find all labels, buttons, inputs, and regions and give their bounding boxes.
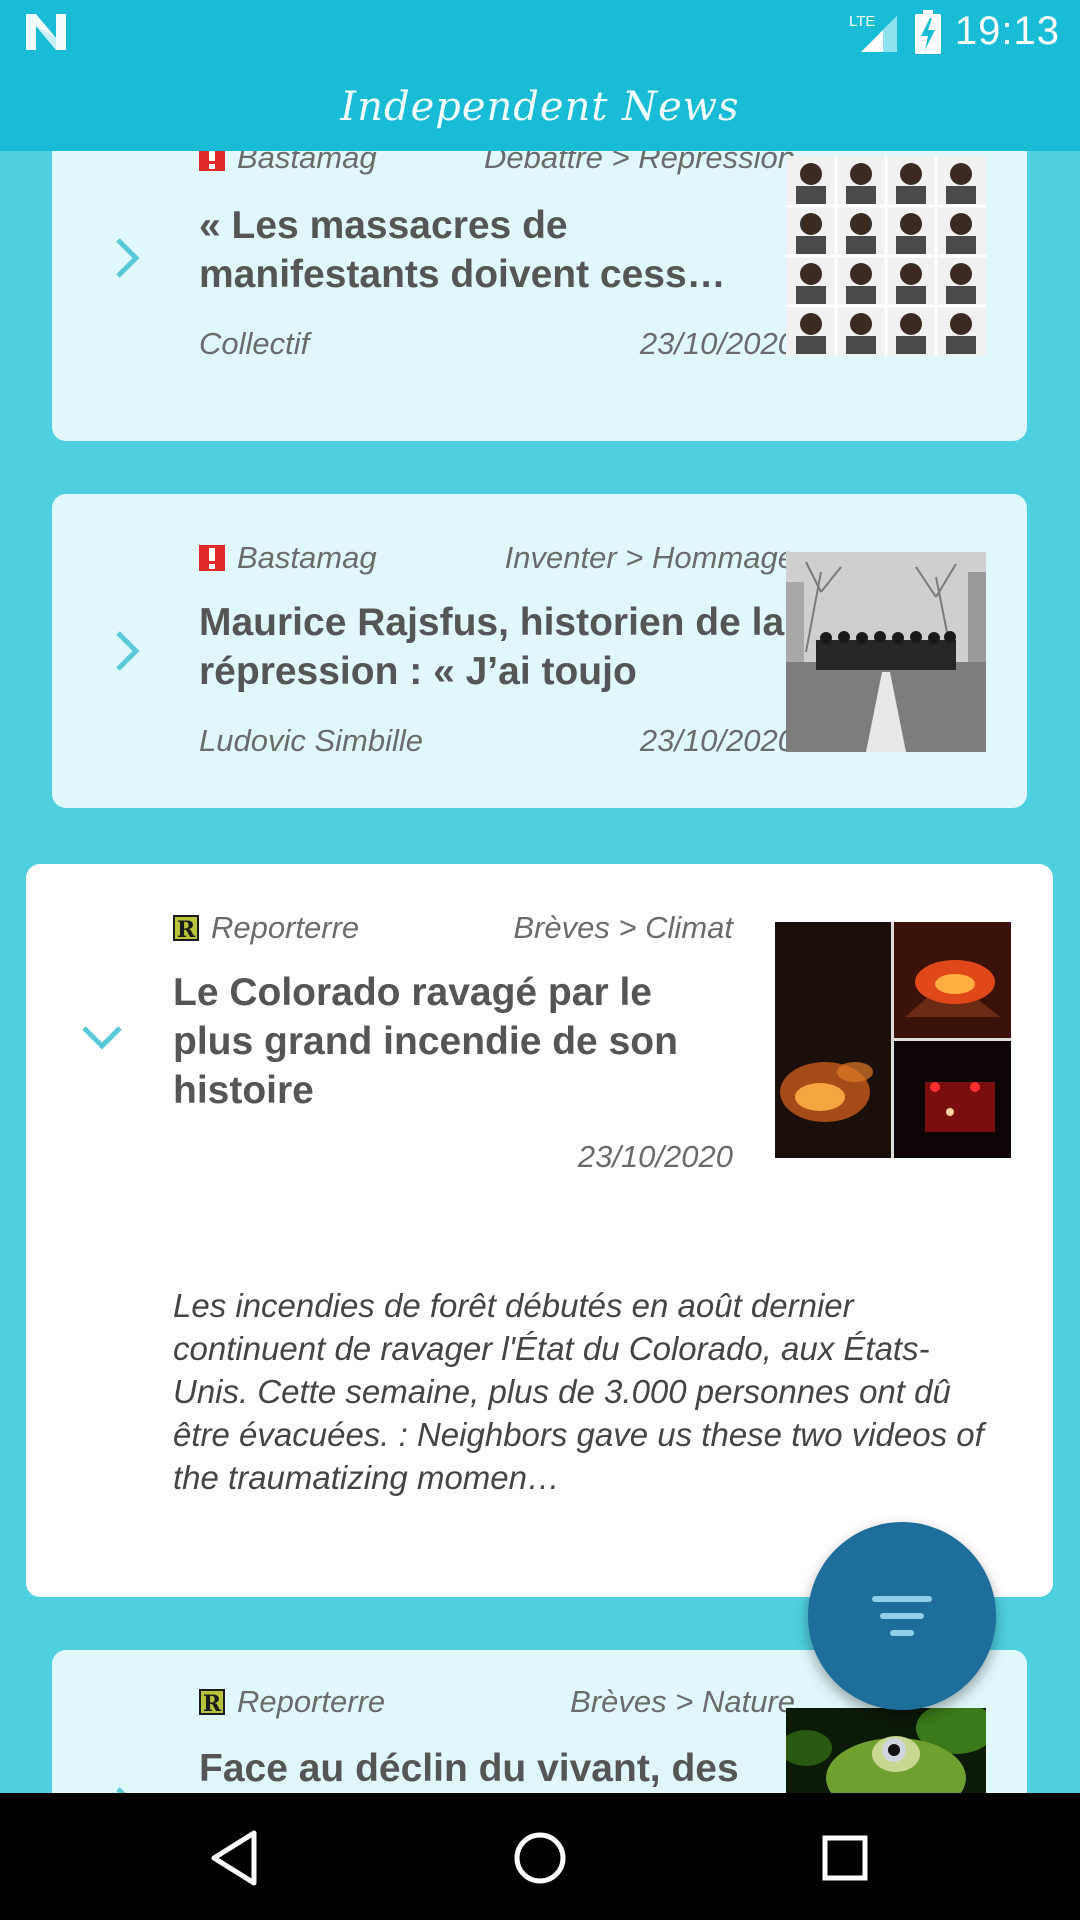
chevron-right-icon[interactable] (112, 629, 142, 673)
article-thumbnail[interactable] (786, 156, 986, 356)
article-source: Bastamag (199, 151, 377, 176)
article-footer: 23/10/2020 (173, 1132, 733, 1182)
reporterre-logo-icon: R (173, 915, 199, 943)
article-category[interactable]: Brèves > Climat (513, 910, 733, 946)
article-title[interactable]: Maurice Rajsfus, historien de la répress… (199, 598, 795, 696)
article-category[interactable]: Brèves > Nature (570, 1684, 795, 1720)
article-source: R Reporterre (199, 1684, 385, 1720)
chevron-right-icon[interactable] (112, 1785, 142, 1793)
article-footer: Ludovic Simbille 23/10/2020 (199, 716, 795, 766)
bastamag-logo-icon (199, 545, 225, 571)
back-icon (211, 1830, 257, 1886)
article-meta: R Reporterre Brèves > Nature (199, 1680, 795, 1724)
network-label: LTE (849, 13, 875, 30)
source-name: Bastamag (237, 540, 377, 575)
chevron-down-icon[interactable] (80, 1022, 124, 1052)
article-source: R Reporterre (173, 910, 359, 946)
article-footer: Collectif 23/10/2020 (199, 319, 795, 369)
article-date: 23/10/2020 (639, 723, 795, 758)
article-meta: R Reporterre Brèves > Climat (173, 906, 733, 950)
bastamag-logo-icon (199, 151, 225, 171)
source-name: Bastamag (237, 151, 377, 175)
screen: LTE 19:13 Independent News Bastamag Déba… (0, 0, 1080, 1920)
article-title[interactable]: Face au déclin du vivant, des (199, 1744, 795, 1793)
article-category[interactable]: Inventer > Hommage (505, 540, 795, 576)
status-bar: LTE 19:13 (0, 0, 1080, 63)
article-card-expanded[interactable]: R Reporterre Brèves > Climat Le Colorado… (26, 864, 1053, 1597)
app-title: Independent News (340, 84, 740, 130)
article-thumbnail[interactable] (786, 552, 986, 752)
navigation-bar (0, 1793, 1080, 1920)
home-button[interactable] (505, 1823, 575, 1893)
reporterre-logo-icon: R (199, 1689, 225, 1717)
filter-button[interactable] (808, 1522, 996, 1710)
article-thumbnail[interactable] (775, 922, 1011, 1158)
signal-icon: LTE (849, 13, 897, 52)
clock: 19:13 (954, 9, 1060, 53)
filter-icon (872, 1596, 932, 1636)
source-name: Reporterre (237, 1684, 386, 1719)
article-summary: Les incendies de forêt débutés en août d… (173, 1287, 984, 1496)
back-button[interactable] (200, 1823, 270, 1893)
article-title[interactable]: « Les massacres de manifestants doivent … (199, 201, 795, 299)
article-card[interactable]: Bastamag Débattre > Répression « Les mas… (52, 151, 1027, 441)
article-category[interactable]: Débattre > Répression (484, 151, 795, 176)
article-author: Collectif (199, 326, 310, 361)
article-meta: Bastamag Inventer > Hommage (199, 536, 795, 580)
recents-button[interactable] (810, 1823, 880, 1893)
article-date: 23/10/2020 (577, 1139, 733, 1174)
article-meta: Bastamag Débattre > Répression (199, 151, 795, 180)
android-n-icon (26, 14, 66, 50)
article-date: 23/10/2020 (639, 326, 795, 361)
article-thumbnail[interactable] (786, 1708, 986, 1793)
recents-icon (822, 1835, 868, 1881)
article-source: Bastamag (199, 540, 377, 576)
article-title[interactable]: Le Colorado ravagé par le plus grand inc… (173, 968, 733, 1115)
battery-charging-icon (914, 9, 941, 54)
article-author: Ludovic Simbille (199, 723, 423, 758)
app-bar: Independent News (0, 63, 1080, 151)
home-icon (514, 1832, 566, 1884)
chevron-right-icon[interactable] (112, 236, 142, 280)
source-name: Reporterre (211, 910, 360, 945)
article-card[interactable]: Bastamag Inventer > Hommage Maurice Rajs… (52, 494, 1027, 808)
